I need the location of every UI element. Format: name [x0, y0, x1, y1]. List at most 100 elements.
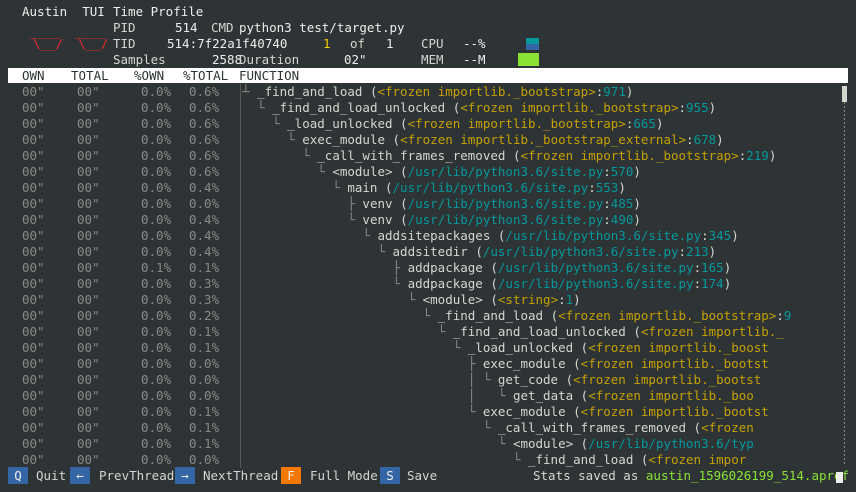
key-full-mode-label[interactable]: Full Mode [310, 467, 378, 484]
table-row[interactable]: 00" 00" 0.0% 0.1% └ <module> (/usr/lib/pyth… [0, 436, 856, 452]
table-row[interactable]: 00" 00" 0.0% 0.3% └ addpackage (/usr/lib/py… [0, 276, 856, 292]
colon: : [603, 164, 611, 179]
function-cell: └ _load_unlocked (<frozen importlib._boo… [242, 116, 663, 132]
source-location: /usr/lib/python3.6/site.py [407, 164, 604, 179]
col-function[interactable]: FUNCTION [239, 68, 299, 83]
function-name: _call_with_frames_removed [317, 148, 513, 163]
line-number: 174 [701, 276, 724, 291]
function-cell: │ └ get_code (<frozen importlib._bootst [242, 372, 762, 388]
source-location: <frozen importlib._bootstrap_external> [400, 132, 687, 147]
total-percent: 0.6% [189, 116, 220, 131]
function-cell: ├ exec_module (<frozen importlib._bootst [242, 356, 769, 372]
key-prevthread-label[interactable]: PrevThread [99, 467, 174, 484]
function-cell: └ addsitedir (/usr/lib/python3.6/site.py… [242, 244, 716, 260]
function-cell: └ addsitepackages (/usr/lib/python3.6/si… [242, 228, 739, 244]
function-name: _find_and_load [257, 84, 370, 99]
paren-close: ) [723, 276, 732, 291]
tree-branch: └ [242, 308, 438, 323]
total-time: 00" [77, 276, 100, 291]
tree-branch: ├ [242, 356, 483, 371]
source-location: /usr/lib/python3.6/site.py [497, 276, 694, 291]
table-row[interactable]: 00" 00" 0.0% 0.6% └ <module> (/usr/lib/pyth… [0, 164, 856, 180]
table-row[interactable]: 00" 00" 0.0% 0.6% └ _find_and_load_unlocked… [0, 100, 856, 116]
own-percent: 0.0% [141, 276, 172, 291]
table-row[interactable]: 00" 00" 0.0% 0.0% ├ exec_module (<frozen im… [0, 356, 856, 372]
table-row[interactable]: 00" 00" 0.0% 0.1% └ exec_module (<frozen im… [0, 404, 856, 420]
table-row[interactable]: 00" 00" 0.0% 0.4% └ main (/usr/lib/python3.… [0, 180, 856, 196]
total-percent: 0.0% [189, 452, 220, 467]
table-row[interactable]: 00" 00" 0.0% 0.6% └ exec_module (<frozen im… [0, 132, 856, 148]
own-percent: 0.0% [141, 84, 172, 99]
table-row[interactable]: 00" 00" 0.1% 0.1% ├ addpackage (/usr/lib/py… [0, 260, 856, 276]
cmd-label: CMD [211, 20, 234, 35]
key-prevthread-button[interactable]: ← [70, 467, 90, 484]
line-number: 213 [686, 244, 709, 259]
total-percent: 0.1% [189, 404, 220, 419]
total-percent: 0.6% [189, 84, 220, 99]
total-time: 00" [77, 260, 100, 275]
call-stack-list[interactable]: 00" 00" 0.0% 0.6% ┴ _find_and_load (<frozen … [0, 84, 856, 468]
key-full-mode-button[interactable]: F [281, 467, 301, 484]
paren-open: ( [573, 356, 581, 371]
own-percent: 0.0% [141, 212, 172, 227]
own-time: 00" [22, 340, 45, 355]
paren-close: ) [633, 196, 641, 211]
col-total[interactable]: TOTAL [71, 68, 109, 83]
paren-open: ( [565, 372, 574, 387]
table-row[interactable]: 00" 00" 0.0% 0.1% └ _load_unlocked (<frozen… [0, 340, 856, 356]
total-time: 00" [77, 372, 100, 387]
footer-bar: Q Quit ← PrevThread → NextThread F Full Mode S Sa… [0, 467, 856, 485]
function-name: addpackage [407, 260, 491, 275]
table-row[interactable]: 00" 00" 0.0% 0.0% ├ venv (/usr/lib/python3.… [0, 196, 856, 212]
table-row[interactable]: 00" 00" 0.0% 0.6% └ _call_with_frames_remov… [0, 148, 856, 164]
own-percent: 0.0% [141, 372, 172, 387]
col-own[interactable]: OWN [22, 68, 45, 83]
key-nextthread-button[interactable]: → [175, 467, 195, 484]
function-name: _call_with_frames_removed [497, 420, 694, 435]
table-row[interactable]: 00" 00" 0.0% 0.6% └ _load_unlocked (<frozen… [0, 116, 856, 132]
paren-close: ) [731, 228, 739, 243]
own-percent: 0.0% [141, 244, 172, 259]
col-pown[interactable]: %OWN [134, 68, 164, 83]
table-row[interactable]: 00" 00" 0.0% 0.3% └ <module> (<string>:1) [0, 292, 856, 308]
paren-open: ( [573, 404, 581, 419]
duration-label: Duration [239, 52, 300, 67]
table-row[interactable]: 00" 00" 0.0% 0.4% └ addsitedir (/usr/lib/py… [0, 244, 856, 260]
key-save-label[interactable]: Save [407, 467, 437, 484]
paren-close: ) [708, 100, 717, 115]
table-row[interactable]: 00" 00" 0.0% 0.6% ┴ _find_and_load (<frozen … [0, 84, 856, 100]
table-row[interactable]: 00" 00" 0.0% 0.4% └ venv (/usr/lib/python3.… [0, 212, 856, 228]
total-percent: 0.0% [189, 196, 220, 211]
source-location: <frozen importlib._boost [588, 340, 769, 355]
stats-saved-message: Stats saved as austin_1596026199_514.apr… [533, 467, 849, 484]
source-location: <frozen importlib._bootst [573, 372, 762, 387]
total-time: 00" [77, 228, 100, 243]
key-save-button[interactable]: S [380, 467, 400, 484]
table-row[interactable]: 00" 00" 0.0% 0.1% └ _call_with_frames_remov… [0, 420, 856, 436]
table-row[interactable]: 00" 00" 0.0% 0.0% └ _find_and_load (<frozen… [0, 452, 856, 468]
tree-branch: └ [242, 452, 528, 467]
key-quit-button[interactable]: Q [8, 467, 28, 484]
thread-index: 1 [323, 36, 331, 51]
table-row[interactable]: 00" 00" 0.0% 0.0% │ └ get_code (<frozen imp… [0, 372, 856, 388]
table-row[interactable]: 00" 00" 0.0% 0.0% │ └ get_data (<frozen imp… [0, 388, 856, 404]
table-row[interactable]: 00" 00" 0.0% 0.1% └ _find_and_load_unlocked… [0, 324, 856, 340]
own-time: 00" [22, 276, 45, 291]
source-location: /usr/lib/python3.6/site.py [497, 260, 694, 275]
total-time: 00" [77, 164, 100, 179]
total-time: 00" [77, 212, 100, 227]
source-location: <frozen importlib._ [640, 324, 784, 339]
own-percent: 0.0% [141, 452, 172, 467]
total-time: 00" [77, 324, 100, 339]
key-quit-label[interactable]: Quit [36, 467, 66, 484]
function-cell: ┴ _find_and_load (<frozen importlib._boo… [242, 84, 633, 100]
total-percent: 0.0% [189, 356, 220, 371]
scrollbar-track [842, 86, 847, 466]
key-nextthread-label[interactable]: NextThread [203, 467, 278, 484]
scrollbar[interactable] [841, 86, 848, 466]
colon: : [678, 100, 687, 115]
table-row[interactable]: 00" 00" 0.0% 0.2% └ _find_and_load (<frozen… [0, 308, 856, 324]
col-ptotal[interactable]: %TOTAL [183, 68, 228, 83]
table-row[interactable]: 00" 00" 0.0% 0.4% └ addsitepackages (/usr/l… [0, 228, 856, 244]
source-location: <frozen importlib._bootst [580, 404, 769, 419]
